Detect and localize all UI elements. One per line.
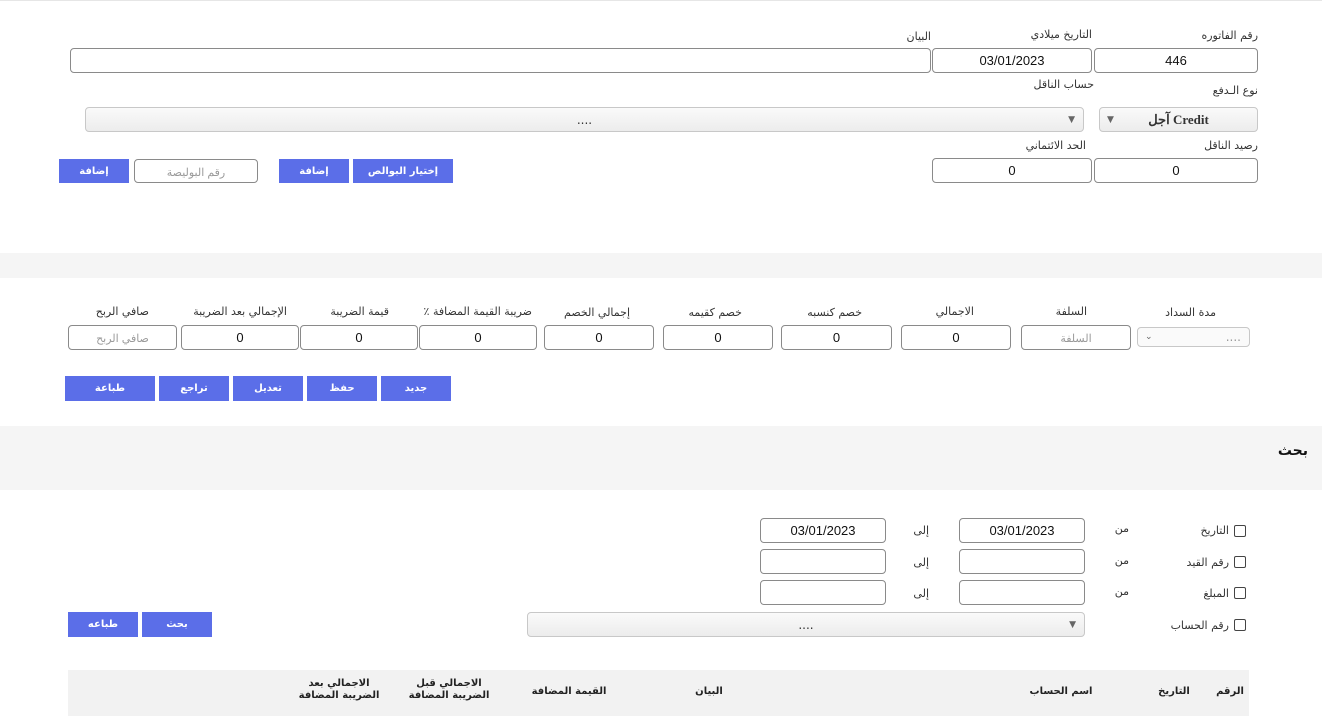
carrier-account-value: .... (576, 112, 593, 127)
account-number-value: .... (798, 617, 814, 632)
table-header-date: التاريخ (1158, 686, 1190, 697)
statement-field[interactable] (70, 48, 931, 73)
date-to-field[interactable] (760, 518, 886, 543)
table-header-total-before-tax: الاجمالي قبل الضريبة المضافة (408, 678, 490, 701)
table-header-total-after-tax: الاجمالي بعد الضريبة المضافة (298, 678, 380, 701)
payment-period-label: مدة السداد (1165, 306, 1216, 319)
from-label: من (1114, 585, 1129, 598)
add-button-policies[interactable]: إضافة (279, 159, 349, 183)
print-button[interactable]: طباعة (65, 376, 155, 401)
carrier-balance-label: رصيد الناقل (1204, 139, 1258, 152)
search-button[interactable]: بحث (142, 612, 212, 637)
invoice-date-field[interactable] (932, 48, 1092, 73)
to-label: إلى (913, 556, 929, 569)
account-number-label: رقم الحساب (1170, 619, 1229, 632)
total-after-tax-label: الإجمالي بعد الضريبة (193, 305, 287, 318)
search-title: بحث (1277, 443, 1308, 459)
total-discount-field[interactable] (544, 325, 654, 350)
net-profit-label: صافي الربح (95, 305, 149, 318)
entry-from-field[interactable] (959, 549, 1085, 574)
net-profit-input[interactable] (68, 325, 177, 350)
account-number-select[interactable]: ▼ .... (527, 612, 1085, 637)
total-field[interactable] (901, 325, 1011, 350)
carrier-balance-field[interactable] (1094, 158, 1258, 183)
account-number-checkbox[interactable] (1234, 619, 1246, 631)
table-header-number: الرقم (1216, 686, 1244, 697)
add-button-policy-number[interactable]: إضافة (59, 159, 129, 183)
to-label: إلى (913, 587, 929, 600)
statement-label: البيان (906, 30, 931, 43)
to-label: إلى (913, 524, 929, 537)
carrier-account-select[interactable]: ▼ .... (85, 107, 1084, 132)
payment-period-select[interactable]: ⌄ .... (1137, 327, 1250, 347)
from-label: من (1114, 554, 1129, 567)
vat-percent-label: ضريبة القيمة المضافة ٪ (423, 305, 532, 318)
total-after-tax-field[interactable] (181, 325, 299, 350)
date-checkbox[interactable] (1234, 525, 1246, 537)
credit-limit-field[interactable] (932, 158, 1092, 183)
policy-number-input[interactable] (134, 159, 258, 183)
edit-button[interactable]: تعديل (233, 376, 303, 401)
total-label: الاجمالي (935, 305, 974, 318)
invoice-date-label: التاريخ ميلادي (1030, 28, 1092, 41)
carrier-account-label: حساب الناقل (1033, 78, 1094, 91)
entry-number-label: رقم القيد (1186, 556, 1229, 569)
invoice-number-label: رقم الفاتوره (1201, 29, 1258, 42)
advance-input[interactable] (1021, 325, 1131, 350)
save-button[interactable]: حفظ (307, 376, 377, 401)
choose-policies-button[interactable]: إختيار البوالص (353, 159, 453, 183)
discount-value-field[interactable] (663, 325, 773, 350)
discount-value-label: خصم كقيمه (688, 306, 742, 319)
amount-to-field[interactable] (760, 580, 886, 605)
section-divider (0, 253, 1322, 278)
results-table-header: الرقم التاريخ اسم الحساب البيان القيمة ا… (68, 670, 1249, 716)
tax-value-label: قيمة الضريبة (330, 305, 389, 318)
credit-limit-label: الحد الائتماني (1025, 139, 1086, 152)
vat-percent-field[interactable] (419, 325, 537, 350)
date-filter-label: التاريخ (1200, 524, 1229, 537)
new-button[interactable]: جديد (381, 376, 451, 401)
payment-type-select[interactable]: ▼ آجل Credit (1099, 107, 1258, 132)
payment-period-value: .... (1225, 330, 1241, 344)
entry-to-field[interactable] (760, 549, 886, 574)
table-header-statement: البيان (695, 686, 723, 697)
payment-type-value: آجل Credit (1148, 111, 1209, 127)
discount-percent-label: خصم كنسبه (807, 306, 862, 319)
search-print-button[interactable]: طباعه (68, 612, 138, 637)
invoice-number-field[interactable] (1094, 48, 1258, 73)
advance-label: السلفة (1055, 305, 1087, 318)
amount-checkbox[interactable] (1234, 587, 1246, 599)
date-from-field[interactable] (959, 518, 1085, 543)
top-border (0, 0, 1322, 1)
payment-type-label: نوع الـدفع (1212, 84, 1258, 97)
undo-button[interactable]: تراجع (159, 376, 229, 401)
amount-label: المبلغ (1203, 587, 1229, 600)
table-header-vat: القيمة المضافة (531, 686, 607, 697)
entry-number-checkbox[interactable] (1234, 556, 1246, 568)
amount-from-field[interactable] (959, 580, 1085, 605)
discount-percent-field[interactable] (781, 325, 892, 350)
total-discount-label: إجمالي الخصم (564, 306, 630, 319)
tax-value-field[interactable] (300, 325, 418, 350)
table-header-account-name: اسم الحساب (1029, 686, 1093, 697)
from-label: من (1114, 522, 1129, 535)
search-header: بحث (0, 426, 1322, 490)
